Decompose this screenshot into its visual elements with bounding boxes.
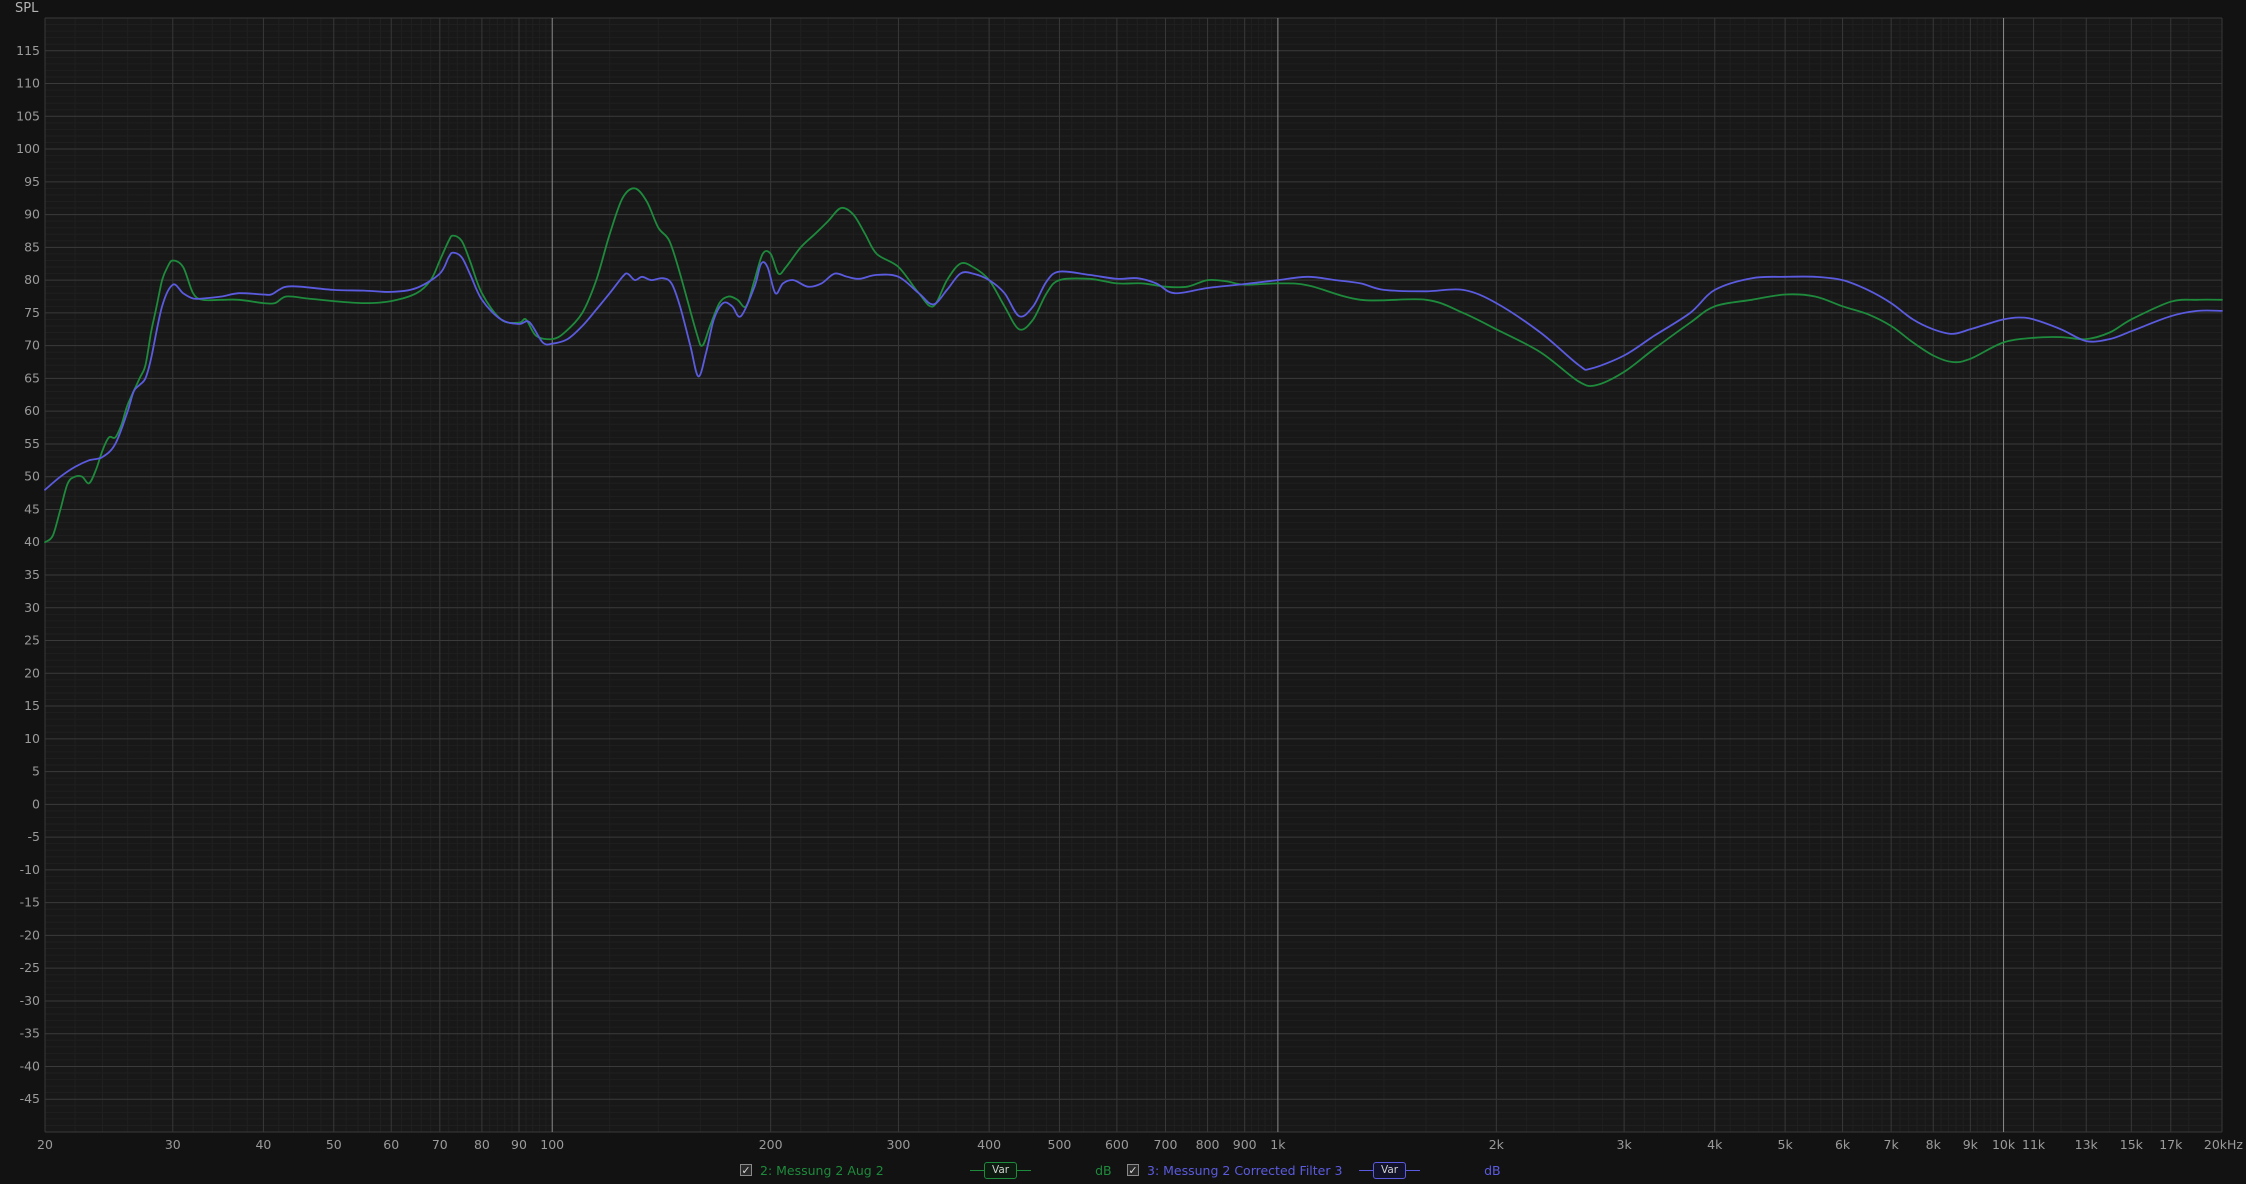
x-tick-label: 4k	[1707, 1137, 1723, 1152]
x-tick-label: 500	[1048, 1137, 1072, 1152]
series-1-line-swatch-right	[1017, 1169, 1032, 1171]
y-tick-label: 5	[32, 764, 40, 779]
y-tick-label: -10	[20, 862, 40, 877]
y-tick-label: -35	[20, 1026, 40, 1041]
x-tick-label: 70	[432, 1137, 448, 1152]
x-tick-label: 800	[1196, 1137, 1220, 1152]
series-1-var-button[interactable]: Var	[984, 1161, 1018, 1179]
chart-title: SPL	[15, 1, 39, 16]
y-tick-label: 35	[24, 567, 40, 582]
y-tick-label: 50	[24, 469, 40, 484]
x-tick-label: 13k	[2075, 1137, 2099, 1152]
y-tick-label: 105	[16, 108, 40, 123]
x-tick-label: 80	[474, 1137, 490, 1152]
y-tick-label: 90	[24, 207, 40, 222]
x-tick-label: 11k	[2022, 1137, 2046, 1152]
y-tick-label: 100	[16, 141, 40, 156]
series-1-unit: dB	[1095, 1162, 1112, 1178]
y-tick-label: -30	[20, 993, 40, 1008]
x-tick-label: 300	[887, 1137, 911, 1152]
series-2-unit: dB	[1484, 1162, 1501, 1178]
y-tick-label: 70	[24, 338, 40, 353]
y-tick-label: 20	[24, 665, 40, 680]
x-tick-label: 100	[540, 1137, 564, 1152]
y-tick-label: 0	[32, 796, 40, 811]
y-tick-label: 65	[24, 370, 40, 385]
x-tick-label: 10k	[1992, 1137, 2016, 1152]
y-tick-label: 60	[24, 403, 40, 418]
x-tick-label: 15k	[2120, 1137, 2144, 1152]
series-2-var-button[interactable]: Var	[1373, 1161, 1407, 1179]
x-tick-label: 400	[977, 1137, 1001, 1152]
x-tick-label: 5k	[1778, 1137, 1794, 1152]
spl-chart[interactable]: 1151101051009590858075706560555045403530…	[0, 0, 2246, 1184]
x-tick-label: 8k	[1926, 1137, 1942, 1152]
x-tick-label: 1k	[1270, 1137, 1286, 1152]
x-tick-label: 60	[383, 1137, 399, 1152]
x-tick-label: 3k	[1617, 1137, 1633, 1152]
series-2-line-swatch	[1359, 1169, 1373, 1171]
y-tick-label: 80	[24, 272, 40, 287]
legend-item-1: ✓ 2: Messung 2 Aug 2 Var dB	[740, 1160, 1112, 1180]
y-tick-label: 75	[24, 305, 40, 320]
x-tick-label: 700	[1154, 1137, 1178, 1152]
x-tick-label: 90	[511, 1137, 527, 1152]
y-tick-label: 85	[24, 239, 40, 254]
series-2-checkbox[interactable]: ✓	[1127, 1164, 1139, 1177]
x-tick-label: 6k	[1835, 1137, 1851, 1152]
x-tick-label: 20kHz	[2204, 1137, 2244, 1152]
y-tick-label: -40	[20, 1058, 40, 1073]
x-tick-label: 600	[1105, 1137, 1129, 1152]
x-tick-label: 17k	[2159, 1137, 2183, 1152]
y-tick-label: 45	[24, 501, 40, 516]
x-tick-label: 7k	[1884, 1137, 1900, 1152]
y-tick-label: -20	[20, 927, 40, 942]
x-tick-label: 20	[37, 1137, 53, 1152]
y-tick-label: -25	[20, 960, 40, 975]
x-tick-label: 30	[165, 1137, 181, 1152]
y-tick-label: 10	[24, 731, 40, 746]
y-tick-label: 25	[24, 633, 40, 648]
y-tick-label: 115	[16, 43, 40, 58]
y-tick-label: 95	[24, 174, 40, 189]
x-tick-label: 9k	[1963, 1137, 1979, 1152]
y-tick-label: 55	[24, 436, 40, 451]
x-tick-label: 200	[759, 1137, 783, 1152]
series-1-line-swatch	[970, 1169, 984, 1171]
x-tick-label: 50	[326, 1137, 342, 1152]
series-2-name[interactable]: 3: Messung 2 Corrected Filter 3	[1147, 1163, 1359, 1178]
y-tick-label: 30	[24, 600, 40, 615]
series-2-line-swatch-right	[1406, 1169, 1421, 1171]
x-tick-label: 900	[1233, 1137, 1257, 1152]
y-tick-label: -45	[20, 1091, 40, 1106]
x-tick-label: 2k	[1489, 1137, 1505, 1152]
series-1-checkbox[interactable]: ✓	[740, 1164, 752, 1177]
y-tick-label: 40	[24, 534, 40, 549]
series-1-name[interactable]: 2: Messung 2 Aug 2	[760, 1163, 970, 1178]
x-tick-label: 40	[255, 1137, 271, 1152]
y-tick-label: 15	[24, 698, 40, 713]
y-tick-label: -5	[28, 829, 40, 844]
legend-item-2: ✓ 3: Messung 2 Corrected Filter 3 Var dB	[1127, 1160, 1501, 1180]
y-tick-label: 110	[16, 76, 40, 91]
y-tick-label: -15	[20, 895, 40, 910]
